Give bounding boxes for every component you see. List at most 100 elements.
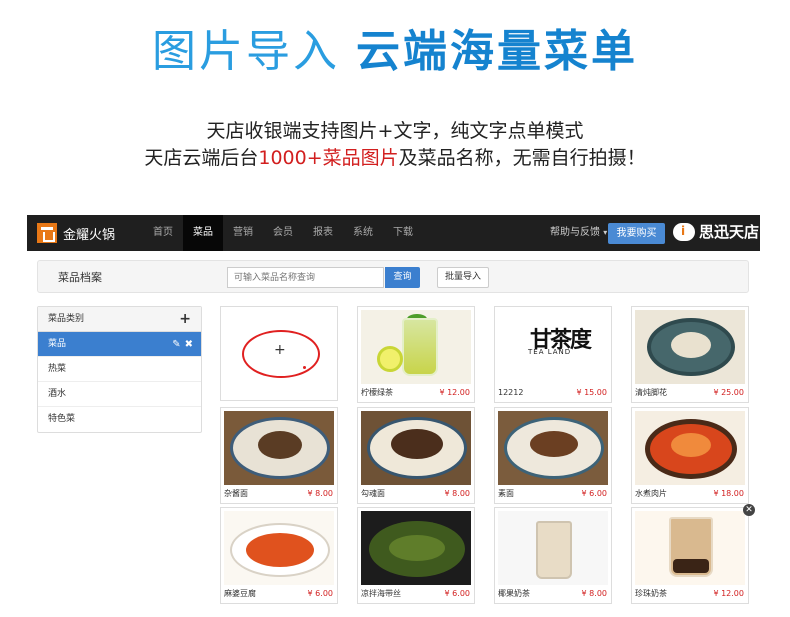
tea-brand-sub: TEA LAND [528,348,572,356]
brand-text: 思迅天店 [699,223,760,241]
batch-import-button[interactable]: 批量导入 [437,267,489,288]
dish-price: ¥ 6.00 [307,589,333,598]
hero-subtitle: 天店收银端支持图片+文字，纯文字点单模式 天店云端后台1000+菜品图片及菜品名… [0,118,790,172]
category-item-hot[interactable]: 热菜 [38,357,201,382]
logo-icon [37,223,57,243]
tofu-shape [246,533,314,567]
dish-image [361,511,471,585]
dish-price: ¥ 8.00 [444,489,470,498]
dish-image [498,511,608,585]
hero-title-bold: 云端海量菜单 [356,26,638,77]
search-button[interactable]: 查询 [385,267,420,288]
category-item-dishes[interactable]: 菜品 ✎ ✖ [38,332,201,357]
dish-name: 麻婆豆腐 [224,589,256,598]
category-item-special[interactable]: 特色菜 [38,407,201,432]
dish-footer: 勾魂面 ¥ 8.00 [358,485,474,503]
dish-card[interactable]: 椰果奶茶 ¥ 8.00 [494,507,612,604]
help-label: 帮助与反馈 [550,227,600,238]
caret-down-icon: ▾ [603,228,608,237]
dish-footer: 椰果奶茶 ¥ 8.00 [495,585,611,603]
dish-card[interactable]: 勾魂面 ¥ 8.00 [357,407,475,504]
search-input[interactable] [227,267,384,288]
topping-shape [530,431,578,457]
dish-price: ¥ 12.00 [713,589,744,598]
hero-title-light: 图片导入 [152,26,340,77]
nav-dishes[interactable]: 菜品 [183,215,223,251]
dish-price: ¥ 18.00 [713,489,744,498]
dish-card[interactable]: 水煮肉片 ¥ 18.00 [631,407,749,504]
dish-name: 凉拌海带丝 [361,589,401,598]
dish-image: 甘茶度 TEA LAND [498,310,608,384]
dish-name: 勾魂面 [361,489,385,498]
dish-footer: 凉拌海带丝 ¥ 6.00 [358,585,474,603]
dish-footer: 柠檬绿茶 ¥ 12.00 [358,384,474,402]
add-category-icon[interactable]: + [179,307,191,332]
cloud-icon [673,222,695,241]
dish-footer: 素面 ¥ 6.00 [495,485,611,503]
sauce-shape [258,431,302,459]
dish-price: ¥ 6.00 [581,489,607,498]
dish-card[interactable]: 柠檬绿茶 ¥ 12.00 [357,306,475,403]
help-menu[interactable]: 帮助与反馈 ▾ [550,215,607,251]
category-header: 菜品类别 + [38,307,201,332]
dish-image [635,310,745,384]
hero-line-2: 天店云端后台1000+菜品图片及菜品名称，无需自行拍摄！ [0,145,790,172]
milk-tea-cup-shape [536,521,572,579]
category-item-drinks[interactable]: 酒水 [38,382,201,407]
dish-footer: 水煮肉片 ¥ 18.00 [632,485,748,503]
logo-text: 金耀火锅 [63,227,116,243]
dish-footer: 杂酱面 ¥ 8.00 [221,485,337,503]
nav-download[interactable]: 下载 [383,215,423,251]
nav-marketing[interactable]: 营销 [223,215,263,251]
category-sidebar: 菜品类别 + 菜品 ✎ ✖ 热菜 酒水 特色菜 [37,306,202,433]
seaweed-highlight-shape [389,535,445,561]
category-label: 菜品 [48,339,67,349]
hero-line-2-highlight: 1000+菜品图片 [258,147,399,169]
meat-slice-shape [671,433,711,457]
dish-card[interactable]: 麻婆豆腐 ¥ 6.00 [220,507,338,604]
dish-price: ¥ 8.00 [581,589,607,598]
dish-image [224,511,334,585]
buy-button[interactable]: 我要购买 [608,223,665,244]
dish-image [361,310,471,384]
hero-line-2-suffix: 及菜品名称，无需自行拍摄！ [398,147,646,169]
app-window: 金耀火锅 首页 菜品 营销 会员 报表 系统 下载 帮助与反馈 ▾ 我要购买 思… [27,215,760,615]
nav-system[interactable]: 系统 [343,215,383,251]
dish-price: ¥ 15.00 [576,388,607,397]
dish-card[interactable]: 凉拌海带丝 ¥ 6.00 [357,507,475,604]
dish-image [635,411,745,485]
nav-reports[interactable]: 报表 [303,215,343,251]
dish-card[interactable]: 素面 ¥ 6.00 [494,407,612,504]
hero-title: 图片导入 云端海量菜单 [0,22,790,82]
dish-footer: 珍珠奶茶 ¥ 12.00 [632,585,748,603]
dish-price: ¥ 6.00 [444,589,470,598]
dish-card[interactable]: 甘茶度 TEA LAND 12212 ¥ 15.00 [494,306,612,403]
delete-icon[interactable]: ✖ [185,339,193,350]
item-tools: ✎ ✖ [168,332,193,357]
hero-line-1: 天店收银端支持图片+文字，纯文字点单模式 [206,120,584,142]
close-icon[interactable]: ✕ [743,504,755,516]
top-navbar: 金耀火锅 首页 菜品 营销 会员 报表 系统 下载 帮助与反馈 ▾ 我要购买 思… [27,215,760,251]
dish-name: 椰果奶茶 [498,589,530,598]
dish-name: 珍珠奶茶 [635,589,667,598]
dish-card[interactable]: 清炖脚花 ¥ 25.00 [631,306,749,403]
cursor-dot [303,366,306,369]
lemon-slice-shape [377,346,403,372]
nav-members[interactable]: 会员 [263,215,303,251]
dish-footer: 12212 ¥ 15.00 [495,384,611,402]
dish-card[interactable]: 杂酱面 ¥ 8.00 [220,407,338,504]
dish-name: 柠檬绿茶 [361,388,393,397]
page-title: 菜品档案 [58,271,102,284]
dish-footer: 麻婆豆腐 ¥ 6.00 [221,585,337,603]
dish-footer: 清炖脚花 ¥ 25.00 [632,384,748,402]
dish-card[interactable]: 珍珠奶茶 ¥ 12.00 [631,507,749,604]
tea-glass-shape [402,318,438,376]
dish-price: ¥ 8.00 [307,489,333,498]
dish-name: 12212 [498,388,524,397]
meat-shape [671,332,711,358]
dish-name: 素面 [498,489,514,498]
add-dish-card[interactable]: + [220,306,338,401]
nav-home[interactable]: 首页 [143,215,183,251]
app-logo[interactable]: 金耀火锅 [27,223,143,243]
edit-icon[interactable]: ✎ [172,339,180,350]
